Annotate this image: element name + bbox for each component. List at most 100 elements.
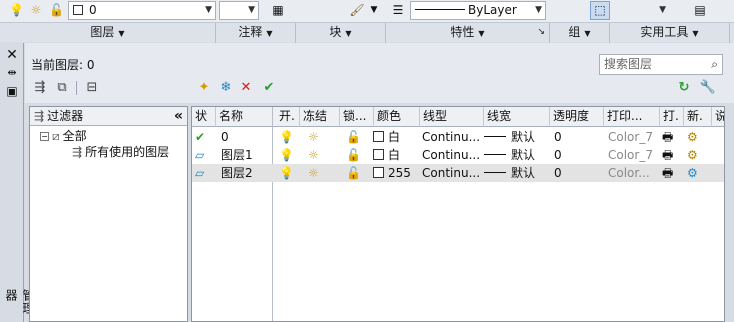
layer-name[interactable]: 图层1 [221, 146, 271, 164]
layer-color[interactable]: 白 [373, 146, 417, 164]
unlock-icon[interactable]: 🔓 [48, 1, 64, 20]
lineweight-sample-icon [484, 154, 506, 155]
linetype-icon[interactable]: ☰ [388, 1, 408, 20]
sun-icon[interactable]: ☼ [308, 128, 324, 146]
filter-icon: ⇶ [72, 145, 83, 159]
new-vp-freeze-icon[interactable]: ⚙ [687, 146, 705, 164]
unlock-icon[interactable]: 🔓 [346, 146, 364, 164]
settings-wrench-icon[interactable]: 🔧 [699, 79, 717, 97]
table-row[interactable]: ▱ 图层2 💡 ☼ 🔓 255 Continu... 默认 0 Color...… [192, 164, 724, 182]
new-layer-frozen-icon[interactable]: ❄ [217, 79, 235, 97]
utilities-dropdown[interactable]: ▼ [620, 1, 670, 20]
lineweight-sample-icon [484, 172, 506, 173]
layer-transparency[interactable]: 0 [554, 146, 594, 164]
section-layers[interactable]: 图层 ▼ [0, 23, 216, 43]
layer-transparency[interactable]: 0 [554, 128, 594, 146]
lightbulb-on-icon[interactable]: 💡 [279, 146, 295, 164]
unlock-icon[interactable]: 🔓 [346, 128, 364, 146]
column-transparency[interactable]: 透明度 [550, 107, 604, 127]
close-icon[interactable]: ✕ [4, 47, 20, 63]
layer-name[interactable]: 图层2 [221, 164, 271, 182]
lightbulb-on-icon[interactable]: 💡 [279, 128, 295, 146]
layer-linetype[interactable]: Continu... [422, 164, 482, 182]
layer-lineweight-label: 默认 [511, 148, 536, 162]
new-vp-freeze-icon[interactable]: ⚙ [687, 128, 705, 146]
section-utilities[interactable]: 实用工具 ▼ [610, 23, 730, 43]
column-color[interactable]: 颜色 [374, 107, 420, 127]
dialog-launcher-icon[interactable]: ↘ [537, 23, 545, 42]
layer-color-label: 255 [388, 166, 411, 180]
group-select-icon[interactable]: ⬚ [590, 1, 610, 20]
annotation-dropdown[interactable]: ▼ [219, 1, 259, 20]
layer-transparency[interactable]: 0 [554, 164, 594, 182]
section-annotation[interactable]: 注释 ▼ [216, 23, 296, 43]
layer-plot-style: Color_7 [608, 130, 653, 144]
column-on[interactable]: 开. [276, 107, 300, 127]
layer-dropdown[interactable]: 0 ▼ [68, 1, 216, 20]
layer-color[interactable]: 白 [373, 128, 417, 146]
column-new-vp-freeze[interactable]: 新. [684, 107, 712, 127]
column-lock[interactable]: 锁... [340, 107, 374, 127]
set-current-icon[interactable]: ✔ [260, 79, 278, 97]
new-layer-icon[interactable]: ✦ [195, 79, 213, 97]
section-block[interactable]: 块 ▼ [296, 23, 386, 43]
tree-expander-icon[interactable]: − [40, 132, 49, 141]
unlock-icon[interactable]: 🔓 [346, 164, 364, 182]
color-swatch-icon [373, 167, 384, 178]
chevron-down-icon: ▼ [248, 5, 255, 15]
printer-icon[interactable]: 🖶 [662, 128, 680, 146]
search-input[interactable]: 搜索图层 ⌕ [599, 54, 723, 75]
new-vp-freeze-icon[interactable]: ⚙ [687, 164, 705, 182]
refresh-icon[interactable]: ↻ [675, 79, 693, 97]
color-swatch-icon [373, 131, 384, 142]
section-groups-label: 组 [568, 25, 581, 39]
sun-icon[interactable]: ☼ [28, 1, 44, 20]
match-properties-icon[interactable]: 🖌 [347, 1, 367, 20]
printer-icon[interactable]: 🖶 [662, 164, 680, 182]
column-plot-style[interactable]: 打印... [604, 107, 660, 127]
column-lineweight[interactable]: 线宽 [484, 107, 550, 127]
auto-hide-icon[interactable]: ⇹ [4, 65, 20, 81]
linetype-value: ByLayer [468, 3, 517, 17]
new-group-filter-icon[interactable]: ⧉ [53, 79, 71, 97]
printer-icon[interactable]: 🖶 [662, 146, 680, 164]
layer-linetype[interactable]: Continu... [422, 128, 482, 146]
table-row[interactable]: ▱ 图层1 💡 ☼ 🔓 白 Continu... 默认 0 Color_7 🖶 … [192, 146, 724, 164]
layer-linetype[interactable]: Continu... [422, 146, 482, 164]
chevron-down-icon: ▼ [659, 5, 666, 15]
layer-color[interactable]: 255 [373, 164, 417, 182]
column-plot[interactable]: 打. [660, 107, 684, 127]
search-icon: ⌕ [711, 57, 718, 71]
calculator-icon[interactable]: ▤ [690, 1, 710, 20]
linetype-dropdown[interactable]: ByLayer ▼ [410, 1, 546, 20]
section-properties[interactable]: 特性 ▼ ↘ [386, 23, 550, 43]
tree-node-used-layers[interactable]: ⇶ 所有使用的图层 [72, 144, 169, 160]
column-description[interactable]: 说 [712, 107, 724, 127]
manager-header: 当前图层: 0 搜索图层 ⌕ ⇶ ⧉ ⊟ ✦ ❄ ✕ ✔ ↻ 🔧 [25, 43, 734, 103]
column-freeze[interactable]: 冻结 [300, 107, 340, 127]
lightbulb-on-icon[interactable]: 💡 [8, 1, 24, 20]
layer-name[interactable]: 0 [221, 128, 271, 146]
column-status[interactable]: 状 [192, 107, 216, 127]
sun-icon[interactable]: ☼ [308, 164, 324, 182]
tree-node-all[interactable]: − ⧄ 全部 [40, 128, 87, 144]
layer-lineweight[interactable]: 默认 [484, 146, 548, 164]
table-row[interactable]: ✔ 0 💡 ☼ 🔓 白 Continu... 默认 0 Color_7 🖶 ⚙ [192, 128, 724, 146]
lightbulb-on-icon[interactable]: 💡 [279, 164, 295, 182]
layer-lineweight[interactable]: 默认 [484, 164, 548, 182]
chevron-down-icon[interactable]: ▼ [369, 1, 379, 20]
delete-layer-icon[interactable]: ✕ [237, 79, 255, 97]
filter-icon: ⇶ [34, 109, 45, 123]
properties-icon[interactable]: ▣ [4, 83, 20, 99]
layer-plot-style: Color... [608, 166, 650, 180]
layer-lineweight[interactable]: 默认 [484, 128, 548, 146]
column-name[interactable]: 名称 [216, 107, 273, 127]
filter-tree-title: 过滤器 [47, 109, 84, 123]
collapse-pane-button[interactable]: « [174, 107, 183, 125]
column-linetype[interactable]: 线型 [420, 107, 484, 127]
layer-states-icon[interactable]: ⊟ [83, 79, 101, 97]
table-icon[interactable]: ▦ [268, 1, 288, 20]
section-groups[interactable]: 组 ▼ [550, 23, 610, 43]
new-property-filter-icon[interactable]: ⇶ [31, 79, 49, 97]
sun-icon[interactable]: ☼ [308, 146, 324, 164]
